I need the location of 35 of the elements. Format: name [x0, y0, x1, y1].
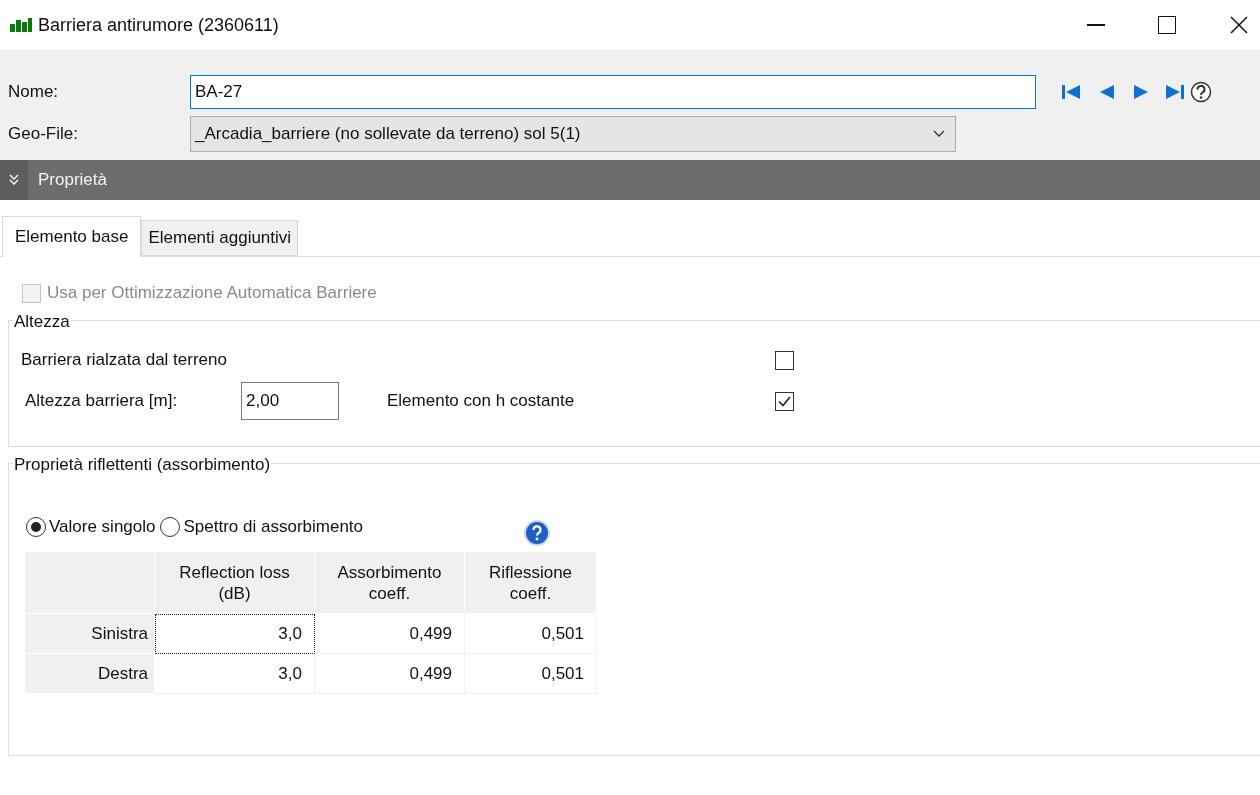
name-field[interactable]: BA-27	[190, 75, 1036, 109]
checkbox-label: Barriera rialzata dal terreno	[21, 349, 228, 372]
next-icon[interactable]	[1134, 84, 1148, 100]
checkbox[interactable]	[775, 391, 794, 411]
last-record-icon[interactable]	[1166, 84, 1184, 100]
table-cell[interactable]: 0,501	[465, 654, 597, 694]
first-record-icon[interactable]	[1062, 84, 1080, 100]
table-cell[interactable]: 3,0	[155, 654, 315, 694]
dropdown-caret-icon[interactable]	[933, 130, 945, 138]
table-cell[interactable]: 0,499	[315, 614, 465, 654]
maximize-icon[interactable]	[1158, 16, 1176, 34]
field-label: Nome:	[8, 81, 60, 104]
radio-label: Valore singolo	[49, 516, 156, 539]
table-cell[interactable]: 0,499	[315, 654, 465, 694]
checkbox-label: Usa per Ottimizzazione Automatica Barriere	[47, 282, 377, 305]
close-icon[interactable]	[1230, 16, 1248, 34]
checkbox[interactable]	[775, 350, 794, 370]
tab[interactable]: Elementi aggiuntivi	[141, 220, 299, 256]
help-icon[interactable]	[1190, 81, 1212, 103]
geo-file-dropdown[interactable]: _Arcadia_barriere (no sollevate da terreno) sol 5(1)	[190, 116, 956, 152]
previous-icon[interactable]	[1100, 84, 1114, 100]
field-label: Altezza barriera [m]:	[25, 390, 179, 413]
table-cell[interactable]: 3,0	[155, 614, 315, 654]
tab[interactable]: Elemento base	[2, 216, 142, 257]
radio-label: Spettro di assorbimento	[183, 516, 364, 539]
field-label: Geo-File:	[8, 123, 79, 146]
window-title: Barriera antirumore (2360611)	[38, 13, 279, 37]
height-field[interactable]: 2,00	[241, 382, 339, 420]
barrier-icon	[10, 18, 32, 32]
section-header[interactable]: Proprietà	[0, 160, 1260, 200]
table-cell[interactable]: 0,501	[465, 614, 597, 654]
checkbox-label: Elemento con h costante	[387, 390, 576, 413]
radio-button[interactable]	[26, 517, 46, 537]
radio-button[interactable]	[160, 517, 181, 537]
help-icon[interactable]	[523, 519, 552, 547]
